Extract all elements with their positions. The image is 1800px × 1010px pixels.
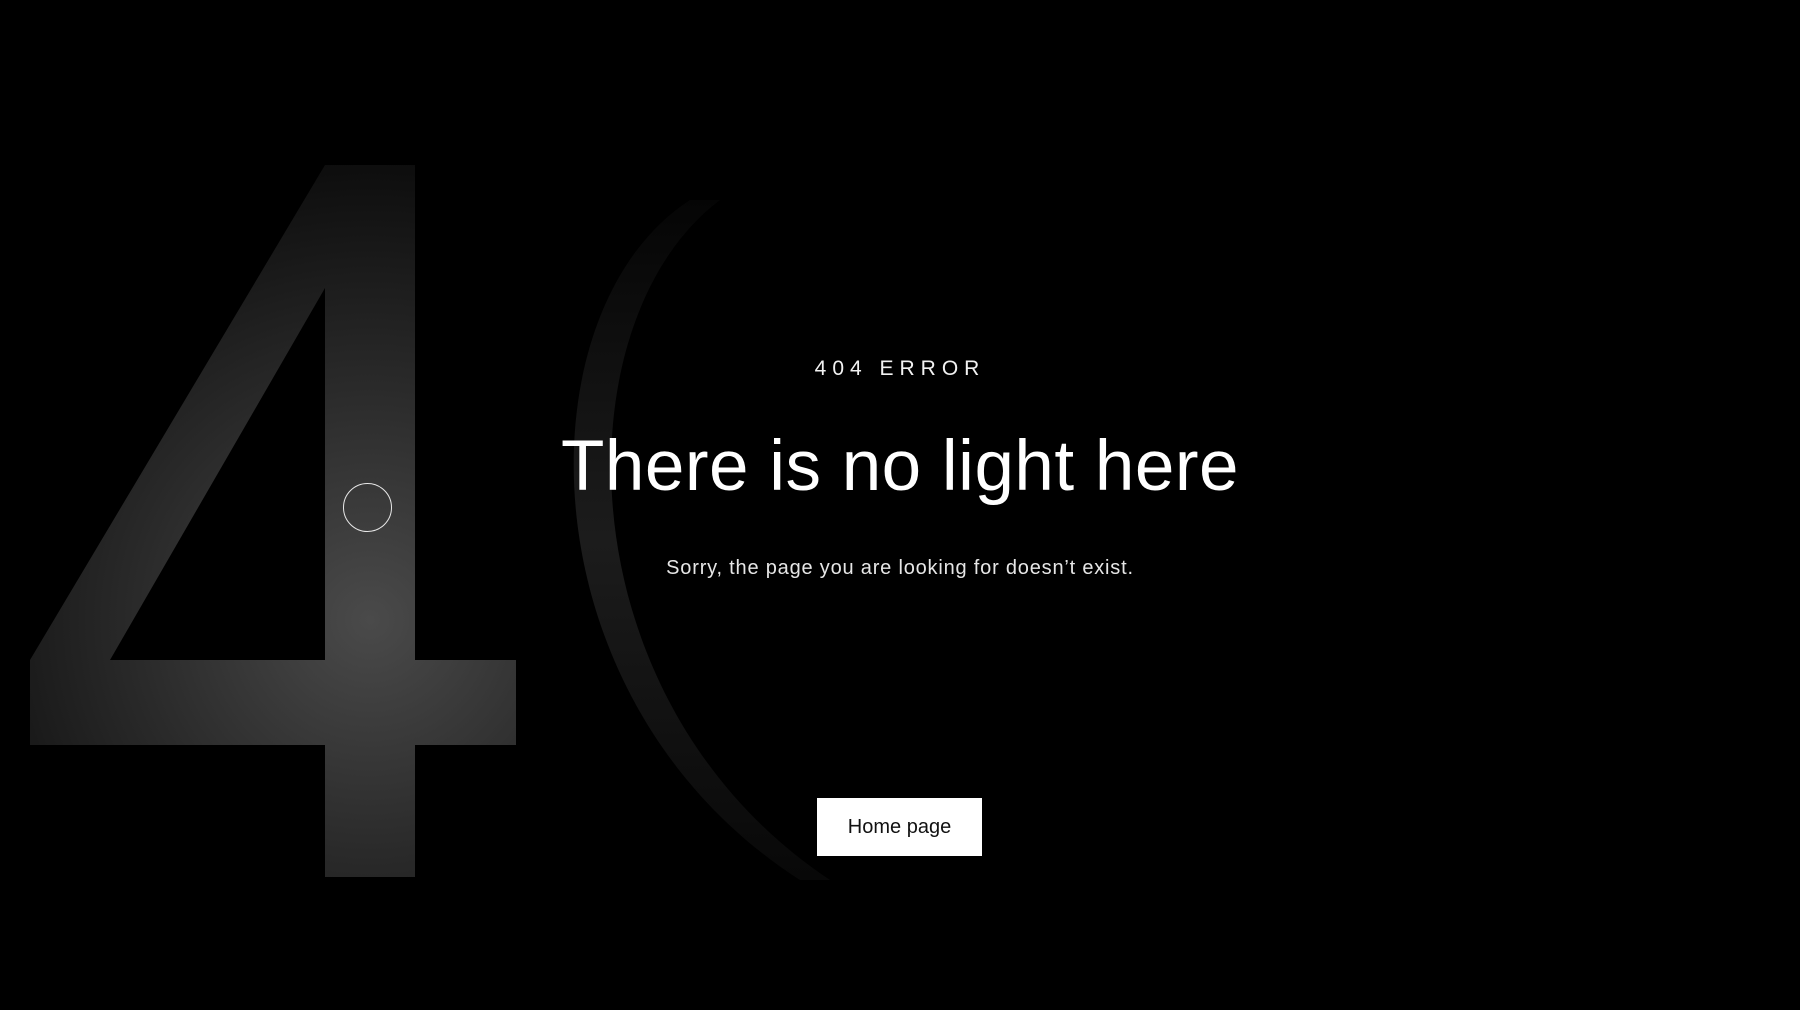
digit-zero-arc [573, 200, 830, 880]
error-message: Sorry, the page you are looking for does… [666, 557, 1134, 579]
error-code-label: 404 ERROR [814, 357, 986, 380]
home-page-button[interactable]: Home page [817, 798, 982, 856]
page-title: There is no light here [561, 427, 1239, 506]
digit-four-shape [30, 165, 516, 877]
error-page: 404 ERROR There is no light here Sorry, … [0, 0, 1800, 1010]
